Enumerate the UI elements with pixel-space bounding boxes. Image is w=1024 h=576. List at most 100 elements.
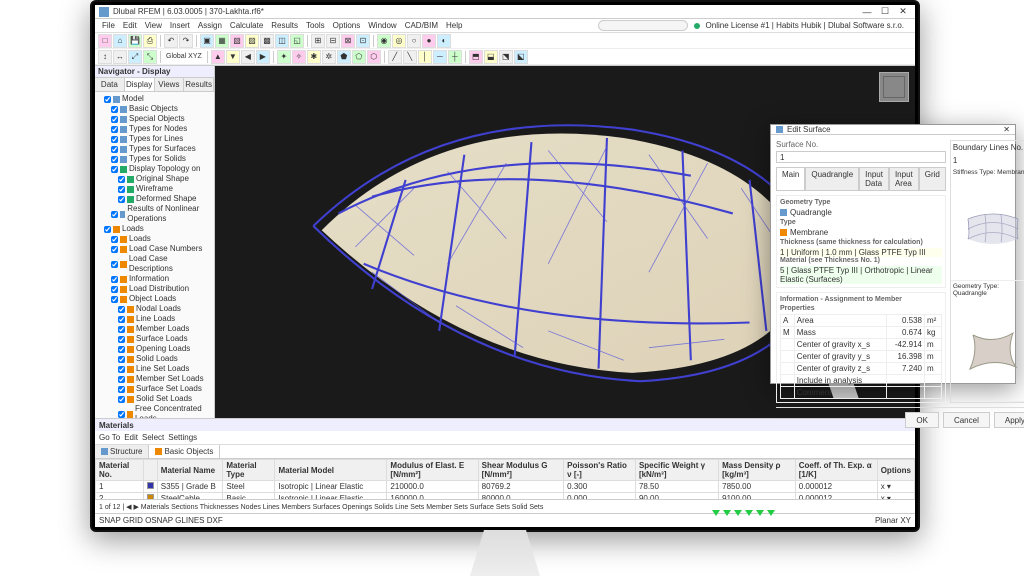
tree-item[interactable]: Loads (97, 234, 212, 244)
tree-checkbox[interactable] (111, 156, 118, 163)
tree-item[interactable]: Load Case Descriptions (97, 254, 212, 274)
tree-item[interactable]: Results of Nonlinear Operations (97, 204, 212, 224)
column-header[interactable]: Material Name (157, 460, 223, 481)
tab-grid[interactable]: Grid (919, 167, 946, 190)
tool-icon[interactable]: ↔ (113, 50, 127, 64)
cancel-button[interactable]: Cancel (943, 412, 990, 428)
line-icon[interactable]: ╱ (388, 50, 402, 64)
column-header[interactable]: Modulus of Elast. E [N/mm²] (387, 460, 478, 481)
tree-item[interactable]: Model (97, 94, 212, 104)
tool-icon[interactable]: ✲ (322, 50, 336, 64)
tree-checkbox[interactable] (118, 411, 125, 418)
snap-toggles[interactable]: SNAP GRID OSNAP GLINES DXF (99, 516, 223, 525)
column-header[interactable] (143, 460, 157, 481)
tab-input-data[interactable]: Input Data (859, 167, 889, 190)
tool-icon[interactable]: ◱ (290, 34, 304, 48)
surface-no-input[interactable]: 1 (776, 151, 946, 163)
tree-checkbox[interactable] (111, 126, 118, 133)
column-header[interactable]: Material No. (96, 460, 144, 481)
tool-icon[interactable]: ◎ (392, 34, 406, 48)
tree-item[interactable]: Object Loads (97, 294, 212, 304)
tree-checkbox[interactable] (111, 166, 118, 173)
tree-checkbox[interactable] (111, 276, 118, 283)
tool-icon[interactable]: ⊠ (341, 34, 355, 48)
tree-checkbox[interactable] (104, 226, 111, 233)
tree-checkbox[interactable] (111, 236, 118, 243)
tab-basic-objects[interactable]: Basic Objects (149, 445, 220, 458)
print-icon[interactable]: ⎙ (143, 34, 157, 48)
tool-icon[interactable]: ▧ (230, 34, 244, 48)
menu-view[interactable]: View (142, 21, 165, 30)
close-button[interactable]: ✕ (895, 6, 911, 18)
tree-checkbox[interactable] (118, 346, 125, 353)
menu-assign[interactable]: Assign (195, 21, 225, 30)
tool-icon[interactable]: ⬟ (337, 50, 351, 64)
tree-item[interactable]: Line Loads (97, 314, 212, 324)
tree-item[interactable]: Original Shape (97, 174, 212, 184)
go-to-label[interactable]: Go To (99, 433, 120, 442)
tool-icon[interactable]: ⬔ (499, 50, 513, 64)
tree-checkbox[interactable] (118, 306, 125, 313)
column-header[interactable]: Specific Weight γ [kN/m³] (635, 460, 718, 481)
tree-checkbox[interactable] (118, 356, 125, 363)
tool-icon[interactable]: ⊟ (326, 34, 340, 48)
tool-icon[interactable]: ▼ (226, 50, 240, 64)
tool-icon[interactable]: ▶ (256, 50, 270, 64)
tree-item[interactable]: Types for Lines (97, 134, 212, 144)
tree-item[interactable]: Line Set Loads (97, 364, 212, 374)
tool-icon[interactable]: ⤢ (128, 50, 142, 64)
column-header[interactable]: Material Model (275, 460, 387, 481)
tree-checkbox[interactable] (111, 106, 118, 113)
tree-item[interactable]: Loads (97, 224, 212, 234)
menu-cadbim[interactable]: CAD/BIM (402, 21, 441, 30)
tree-item[interactable]: Basic Objects (97, 104, 212, 114)
tool-icon[interactable]: ○ (407, 34, 421, 48)
search-input[interactable] (598, 20, 688, 31)
tree-checkbox[interactable] (118, 196, 125, 203)
tree-checkbox[interactable] (118, 386, 125, 393)
tool-icon[interactable]: ◐ (437, 34, 451, 48)
tree-checkbox[interactable] (111, 296, 118, 303)
redo-icon[interactable]: ↷ (179, 34, 193, 48)
tool-icon[interactable]: ◀ (241, 50, 255, 64)
dialog-close-icon[interactable]: ✕ (1003, 125, 1010, 134)
tree-item[interactable]: Free Concentrated Loads (97, 404, 212, 418)
tool-icon[interactable]: ◉ (377, 34, 391, 48)
tab-structure[interactable]: Structure (95, 445, 149, 458)
menu-file[interactable]: File (99, 21, 118, 30)
tree-checkbox[interactable] (118, 376, 125, 383)
tree-item[interactable]: Types for Nodes (97, 124, 212, 134)
tree-checkbox[interactable] (118, 336, 125, 343)
tree-checkbox[interactable] (104, 96, 111, 103)
tab-quadrangle[interactable]: Quadrangle (805, 167, 859, 190)
menu-bar[interactable]: File Edit View Insert Assign Calculate R… (95, 19, 915, 33)
tree-checkbox[interactable] (118, 326, 125, 333)
tree-checkbox[interactable] (111, 116, 118, 123)
tool-icon[interactable]: ⬡ (367, 50, 381, 64)
tree-checkbox[interactable] (111, 146, 118, 153)
menu-edit[interactable]: Edit (120, 21, 140, 30)
menu-calculate[interactable]: Calculate (227, 21, 266, 30)
geom-value[interactable]: Quadrangle (790, 208, 832, 217)
tree-item[interactable]: Wireframe (97, 184, 212, 194)
tree-checkbox[interactable] (118, 186, 125, 193)
tool-icon[interactable]: ⬠ (352, 50, 366, 64)
tool-icon[interactable]: ⊡ (356, 34, 370, 48)
tool-icon[interactable]: ⤡ (143, 50, 157, 64)
tool-icon[interactable]: ⬕ (514, 50, 528, 64)
tree-item[interactable]: Types for Surfaces (97, 144, 212, 154)
tool-icon[interactable]: ⬓ (484, 50, 498, 64)
nav-tab-display[interactable]: Display (125, 78, 155, 91)
tool-icon[interactable]: ✧ (292, 50, 306, 64)
line-icon[interactable]: ╲ (403, 50, 417, 64)
materials-table[interactable]: Material No.Material NameMaterial TypeMa… (95, 459, 915, 499)
nav-tab-results[interactable]: Results (184, 78, 214, 91)
tree-item[interactable]: Member Set Loads (97, 374, 212, 384)
line-icon[interactable]: ─ (433, 50, 447, 64)
tool-icon[interactable]: ⊞ (311, 34, 325, 48)
tool-icon[interactable]: ▩ (260, 34, 274, 48)
tree-checkbox[interactable] (118, 316, 125, 323)
tree-checkbox[interactable] (111, 136, 118, 143)
menu-options[interactable]: Options (330, 21, 364, 30)
minimize-button[interactable]: — (859, 6, 875, 18)
